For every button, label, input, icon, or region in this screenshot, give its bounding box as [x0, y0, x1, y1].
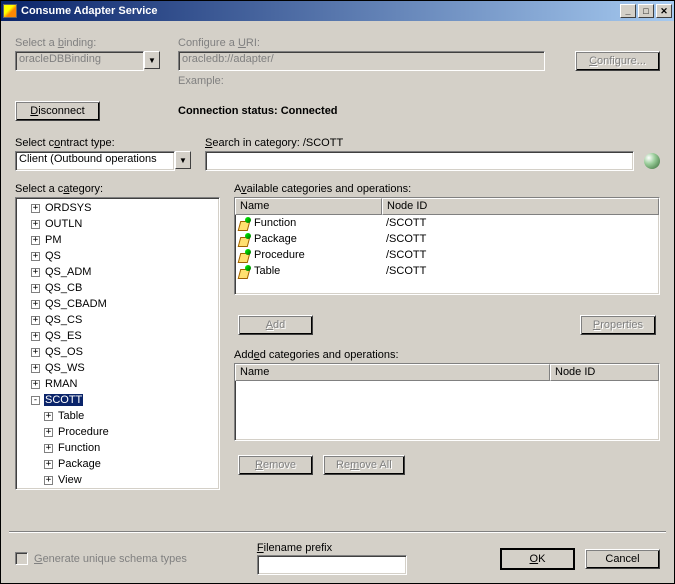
search-input[interactable]: [205, 151, 634, 171]
tree-item-rman[interactable]: +RMAN: [18, 376, 217, 392]
divider: [9, 531, 666, 533]
category-icon: [239, 233, 251, 245]
tree-item-view[interactable]: +View: [18, 472, 217, 488]
filename-prefix-input[interactable]: [257, 555, 407, 575]
added-list-header: Name Node ID: [235, 364, 659, 381]
binding-select[interactable]: oracleDBBinding: [15, 51, 144, 71]
tree-item-table[interactable]: +Table: [18, 408, 217, 424]
tree-item-qs_os[interactable]: +QS_OS: [18, 344, 217, 360]
generate-unique-checkbox[interactable]: [15, 552, 28, 565]
window-title: Consume Adapter Service: [21, 5, 618, 17]
available-list-header: Name Node ID: [235, 198, 659, 215]
tree-item-qs_ws[interactable]: +QS_WS: [18, 360, 217, 376]
tree-toggle-icon[interactable]: +: [31, 348, 40, 357]
select-category-label: Select a category:: [15, 183, 234, 195]
remove-button[interactable]: Remove: [238, 455, 313, 475]
added-col-node-id[interactable]: Node ID: [550, 364, 659, 381]
category-tree[interactable]: +ORDSYS+OUTLN+PM+QS+QS_ADM+QS_CB+QS_CBAD…: [15, 197, 220, 490]
tree-item-outln[interactable]: +OUTLN: [18, 216, 217, 232]
tree-toggle-icon[interactable]: +: [31, 268, 40, 277]
close-button[interactable]: ✕: [656, 4, 672, 18]
tree-toggle-icon[interactable]: +: [31, 364, 40, 373]
tree-item-qs_cb[interactable]: +QS_CB: [18, 280, 217, 296]
list-row-package[interactable]: Package/SCOTT: [235, 231, 659, 247]
tree-toggle-icon[interactable]: +: [31, 284, 40, 293]
tree-item-ordsys[interactable]: +ORDSYS: [18, 200, 217, 216]
category-icon: [239, 265, 251, 277]
tree-item-function[interactable]: +Function: [18, 440, 217, 456]
tree-toggle-icon[interactable]: -: [31, 396, 40, 405]
generate-unique-label: Generate unique schema types: [34, 553, 187, 565]
contract-select[interactable]: Client (Outbound operations: [15, 151, 175, 171]
tree-toggle-icon[interactable]: +: [31, 204, 40, 213]
tree-toggle-icon[interactable]: +: [31, 220, 40, 229]
tree-toggle-icon[interactable]: +: [44, 412, 53, 421]
list-row-function[interactable]: Function/SCOTT: [235, 215, 659, 231]
tree-toggle-icon[interactable]: +: [31, 300, 40, 309]
tree-item-qs_es[interactable]: +QS_ES: [18, 328, 217, 344]
tree-item-scott[interactable]: -SCOTT: [18, 392, 217, 408]
col-node-id[interactable]: Node ID: [382, 198, 659, 215]
tree-toggle-icon[interactable]: +: [44, 428, 53, 437]
list-row-table[interactable]: Table/SCOTT: [235, 263, 659, 279]
added-ops-label: Added categories and operations:: [234, 349, 660, 361]
category-icon: [239, 217, 251, 229]
content-area: Select a binding: Configure a URI: oracl…: [1, 21, 674, 583]
titlebar[interactable]: Consume Adapter Service _ □ ✕: [1, 1, 674, 21]
configure-button[interactable]: Configure...: [575, 51, 660, 71]
remove-all-button[interactable]: Remove All: [323, 455, 405, 475]
connection-status-label: Connection status: Connected: [178, 105, 338, 117]
filename-prefix-label: Filename prefix: [257, 542, 407, 554]
minimize-button[interactable]: _: [620, 4, 636, 18]
tree-item-qs_cs[interactable]: +QS_CS: [18, 312, 217, 328]
tree-toggle-icon[interactable]: +: [31, 380, 40, 389]
connection-status-value: Connected: [281, 105, 338, 117]
binding-dropdown-button[interactable]: ▼: [144, 51, 160, 69]
added-col-name[interactable]: Name: [235, 364, 550, 381]
tree-item-sh[interactable]: +SH: [18, 488, 217, 489]
tree-toggle-icon[interactable]: +: [31, 332, 40, 341]
cancel-button[interactable]: Cancel: [585, 549, 660, 569]
search-category-label: Search in category: /SCOTT: [205, 137, 343, 149]
window: Consume Adapter Service _ □ ✕ Select a b…: [0, 0, 675, 584]
uri-field: oracledb://adapter/: [178, 51, 545, 71]
properties-button[interactable]: Properties: [580, 315, 656, 335]
maximize-button[interactable]: □: [638, 4, 654, 18]
added-list[interactable]: Name Node ID: [234, 363, 660, 441]
available-list[interactable]: Name Node ID Function/SCOTTPackage/SCOTT…: [234, 197, 660, 295]
tree-item-qs_cbadm[interactable]: +QS_CBADM: [18, 296, 217, 312]
tree-toggle-icon[interactable]: +: [31, 236, 40, 245]
tree-item-procedure[interactable]: +Procedure: [18, 424, 217, 440]
tree-toggle-icon[interactable]: +: [44, 460, 53, 469]
select-binding-label: Select a binding:: [15, 37, 178, 49]
tree-item-package[interactable]: +Package: [18, 456, 217, 472]
select-contract-label: Select contract type:: [15, 137, 205, 149]
available-ops-label: Available categories and operations:: [234, 183, 411, 195]
connection-status-prefix: Connection status:: [178, 105, 278, 117]
tree-item-qs_adm[interactable]: +QS_ADM: [18, 264, 217, 280]
ok-button[interactable]: OK: [500, 548, 575, 570]
app-icon: [3, 4, 17, 18]
tree-toggle-icon[interactable]: +: [31, 316, 40, 325]
tree-toggle-icon[interactable]: +: [31, 252, 40, 261]
tree-item-qs[interactable]: +QS: [18, 248, 217, 264]
example-label: Example:: [178, 75, 224, 87]
col-name[interactable]: Name: [235, 198, 382, 215]
category-icon: [239, 249, 251, 261]
tree-toggle-icon[interactable]: +: [44, 476, 53, 485]
list-row-procedure[interactable]: Procedure/SCOTT: [235, 247, 659, 263]
tree-item-pm[interactable]: +PM: [18, 232, 217, 248]
configure-uri-label: Configure a URI:: [178, 37, 660, 49]
contract-dropdown-button[interactable]: ▼: [175, 151, 191, 169]
tree-toggle-icon[interactable]: +: [44, 444, 53, 453]
disconnect-button[interactable]: Disconnect: [15, 101, 100, 121]
search-go-icon[interactable]: [644, 153, 660, 169]
add-button[interactable]: Add: [238, 315, 313, 335]
